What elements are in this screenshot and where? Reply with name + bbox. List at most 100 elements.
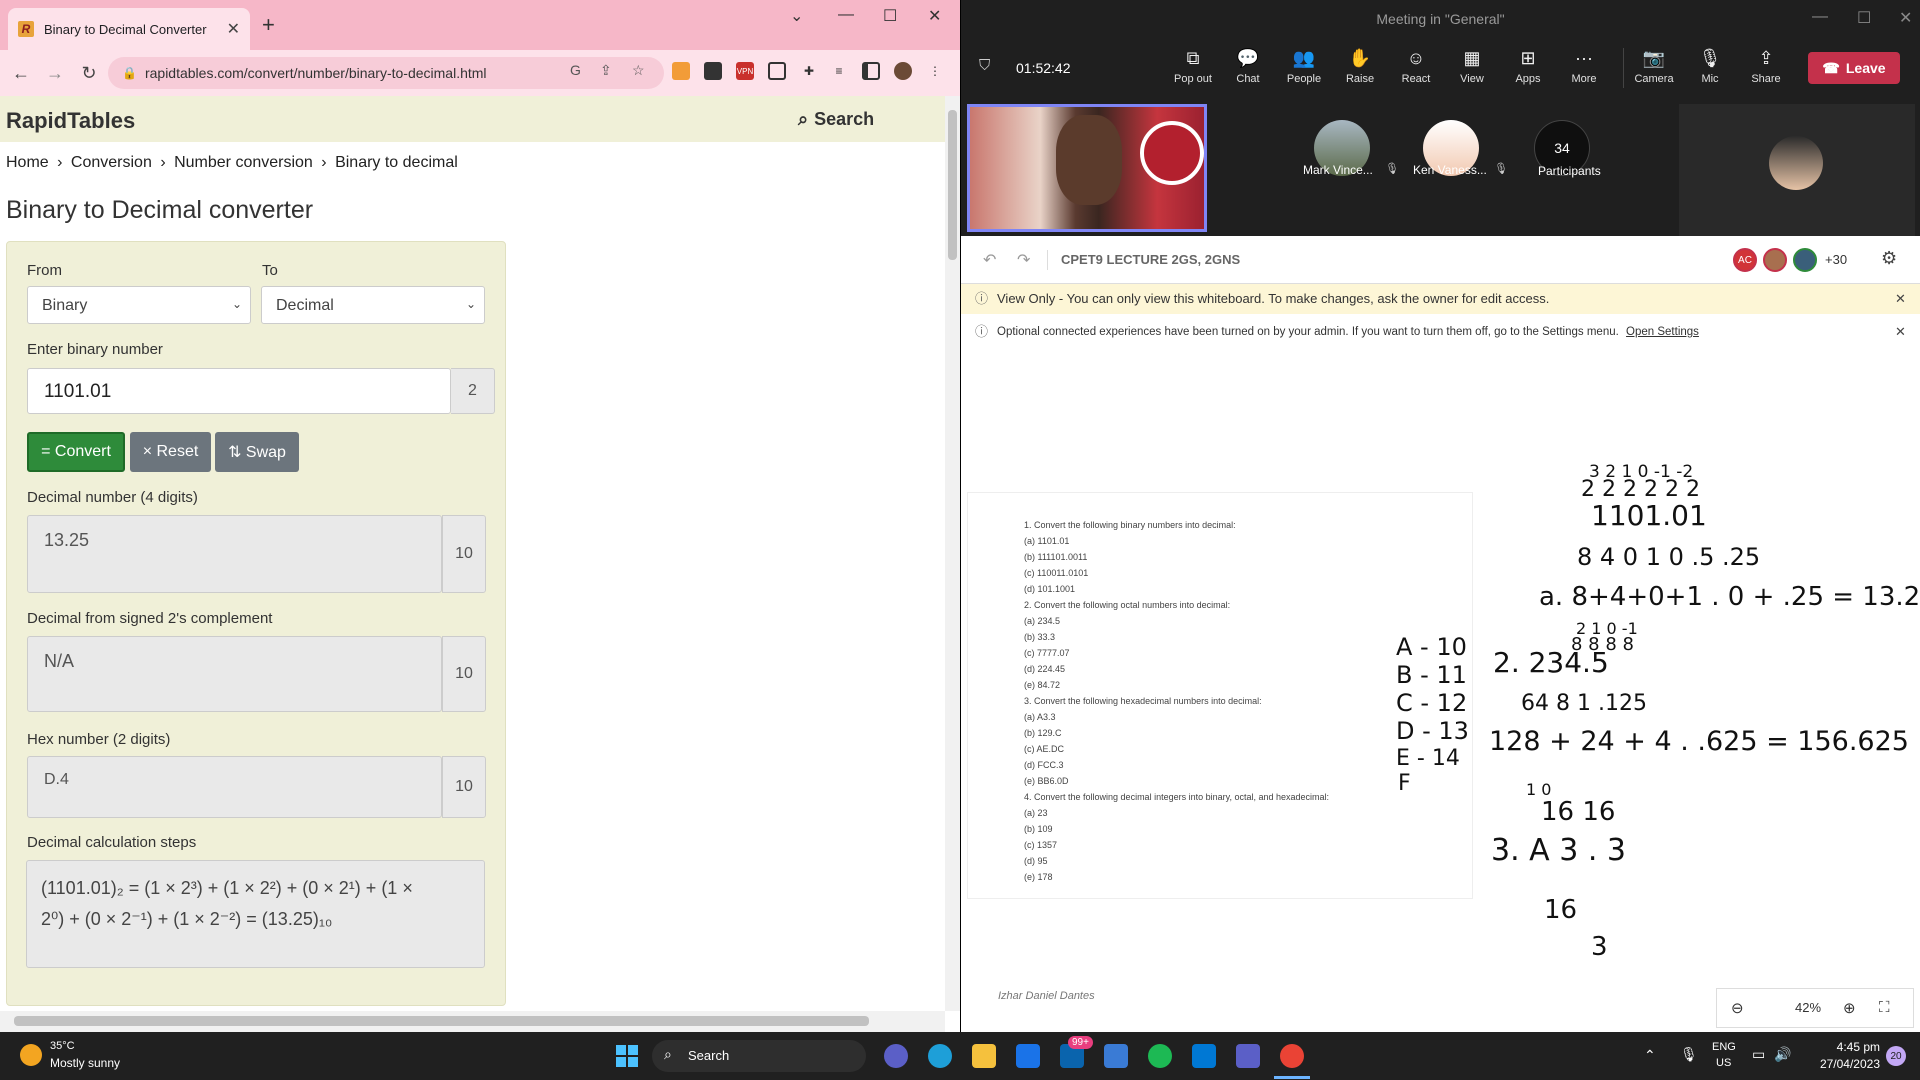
to-select[interactable]: Decimal ⌄ (261, 286, 485, 324)
close-tab-icon[interactable]: ✕ (227, 19, 240, 39)
google-icon[interactable]: G (570, 62, 581, 78)
profile-avatar[interactable] (894, 62, 912, 80)
side-panel-icon[interactable] (862, 62, 880, 80)
chat-button[interactable]: 💬 Chat (1223, 48, 1273, 85)
bookmark-star-icon[interactable]: ☆ (632, 62, 645, 79)
notification-count[interactable]: 20 (1886, 1046, 1906, 1066)
copilot-icon[interactable] (928, 1044, 952, 1068)
more-participants-count[interactable]: +30 (1825, 252, 1847, 267)
media-icon[interactable] (768, 62, 786, 80)
breadcrumb-current[interactable]: Binary to decimal (335, 154, 458, 171)
close-icon[interactable]: ✕ (1895, 314, 1906, 350)
fit-to-screen-icon[interactable]: ⛶ (1879, 999, 1890, 1016)
undo-icon[interactable]: ↶ (983, 250, 996, 270)
speaker-video[interactable] (967, 104, 1207, 232)
back-button[interactable]: ← (8, 63, 34, 84)
calculation-steps[interactable]: (1101.01)₂ = (1 × 2³) + (1 × 2²) + (0 × … (26, 860, 485, 968)
chevron-up-icon[interactable]: ⌃ (1644, 1047, 1656, 1064)
scroll-thumb[interactable] (14, 1016, 869, 1026)
minimize-button[interactable]: — (838, 6, 854, 24)
open-settings-link[interactable]: Open Settings (1626, 326, 1699, 338)
pop-out-button[interactable]: ⧉ Pop out (1168, 48, 1218, 85)
teams-chat-icon[interactable] (884, 1044, 908, 1068)
site-logo[interactable]: RapidTables (6, 108, 135, 134)
vpn-extension-icon[interactable]: VPN (736, 62, 754, 80)
signed-output[interactable]: N/A (27, 636, 442, 712)
from-select[interactable]: Binary ⌄ (27, 286, 251, 324)
whiteboard-canvas[interactable]: 1. Convert the following binary numbers … (961, 350, 1920, 1032)
breadcrumb-number-conversion[interactable]: Number conversion (174, 154, 313, 171)
app-icon[interactable] (1104, 1044, 1128, 1068)
swap-button[interactable]: ⇅ Swap (215, 432, 299, 472)
taskbar-search[interactable]: ⌕ Search (652, 1040, 866, 1072)
language-2[interactable]: US (1716, 1057, 1731, 1069)
close-window-button[interactable]: ✕ (1899, 8, 1912, 28)
horizontal-scrollbar[interactable] (0, 1011, 945, 1032)
minimize-button[interactable]: — (1812, 8, 1828, 26)
zoom-out-icon[interactable]: ⊖ (1731, 999, 1744, 1017)
extension-icon[interactable] (704, 62, 722, 80)
leave-button[interactable]: ☎ Leave (1808, 52, 1900, 84)
reading-list-icon[interactable]: ≡ (830, 62, 848, 80)
vscode-icon[interactable] (1192, 1044, 1216, 1068)
site-search-button[interactable]: ⌕ Search (798, 109, 874, 130)
zoom-in-icon[interactable]: ⊕ (1843, 999, 1856, 1017)
avatar[interactable] (1793, 248, 1817, 272)
weather-sun-icon[interactable] (20, 1044, 42, 1066)
convert-button[interactable]: = Convert (27, 432, 125, 472)
redo-icon[interactable]: ↷ (1017, 250, 1030, 270)
binary-input[interactable]: 1101.01 (27, 368, 451, 414)
new-tab-button[interactable]: + (262, 12, 275, 38)
breadcrumb-home[interactable]: Home (6, 154, 49, 171)
mic-button[interactable]: 🎙 Mic (1685, 48, 1735, 85)
more-button[interactable]: ··· More (1559, 48, 1609, 85)
share-icon[interactable]: ⇪ (600, 62, 612, 79)
clock-date[interactable]: 27/04/2023 (1806, 1057, 1880, 1071)
avatar[interactable]: AC (1733, 248, 1757, 272)
raise-hand-button[interactable]: ✋ Raise (1335, 48, 1385, 85)
language-1[interactable]: ENG (1712, 1041, 1736, 1053)
hex-output[interactable]: D.4 (27, 756, 442, 818)
people-button[interactable]: 👥 People (1279, 48, 1329, 85)
info-icon: ⓘ (975, 291, 989, 306)
maximize-button[interactable]: ☐ (1857, 8, 1871, 28)
browser-tab[interactable]: R Binary to Decimal Converter ✕ (8, 8, 250, 50)
extensions-puzzle-icon[interactable]: ✚ (800, 62, 818, 80)
reset-button[interactable]: × Reset (130, 432, 211, 472)
file-explorer-icon[interactable] (972, 1044, 996, 1068)
vertical-scrollbar[interactable] (945, 96, 960, 1011)
weather-desc[interactable]: Mostly sunny (50, 1056, 120, 1070)
volume-icon[interactable]: 🔊 (1774, 1046, 1791, 1063)
avatar[interactable] (1763, 248, 1787, 272)
weather-temp[interactable]: 35°C (50, 1040, 75, 1052)
react-button[interactable]: ☺ React (1391, 48, 1441, 85)
settings-gear-icon[interactable]: ⚙ (1881, 248, 1897, 269)
clock-time[interactable]: 4:45 pm (1824, 1040, 1880, 1054)
tab-search-icon[interactable]: ⌄ (790, 6, 803, 26)
decimal-label: Decimal number (4 digits) (27, 489, 198, 506)
menu-kebab-icon[interactable]: ⋮ (926, 62, 944, 80)
store-icon[interactable] (1016, 1044, 1040, 1068)
camera-button[interactable]: 📷 Camera (1629, 48, 1679, 85)
participant-tile[interactable] (1679, 104, 1915, 236)
active-app-indicator (1274, 1076, 1310, 1079)
share-button[interactable]: ⇪ Share (1741, 48, 1791, 85)
teams-icon[interactable] (1236, 1044, 1260, 1068)
forward-button[interactable]: → (42, 63, 68, 84)
reload-button[interactable]: ↻ (76, 63, 102, 84)
spotify-icon[interactable] (1148, 1044, 1172, 1068)
breadcrumb-conversion[interactable]: Conversion (71, 154, 152, 171)
close-icon[interactable]: ✕ (1895, 284, 1906, 314)
chrome-icon[interactable] (1280, 1044, 1304, 1068)
mic-icon[interactable]: 🎙 (1680, 1046, 1698, 1063)
metamask-extension-icon[interactable] (672, 62, 690, 80)
apps-button[interactable]: ⊞ Apps (1503, 48, 1553, 85)
close-window-button[interactable]: ✕ (928, 6, 941, 26)
view-button[interactable]: ▦ View (1447, 48, 1497, 85)
maximize-button[interactable]: ☐ (883, 6, 897, 26)
network-icon[interactable]: ▭ (1752, 1046, 1765, 1063)
divider (1047, 250, 1048, 270)
decimal-output[interactable]: 13.25 (27, 515, 442, 593)
windows-start-icon[interactable] (616, 1045, 638, 1067)
scroll-thumb[interactable] (948, 110, 957, 260)
